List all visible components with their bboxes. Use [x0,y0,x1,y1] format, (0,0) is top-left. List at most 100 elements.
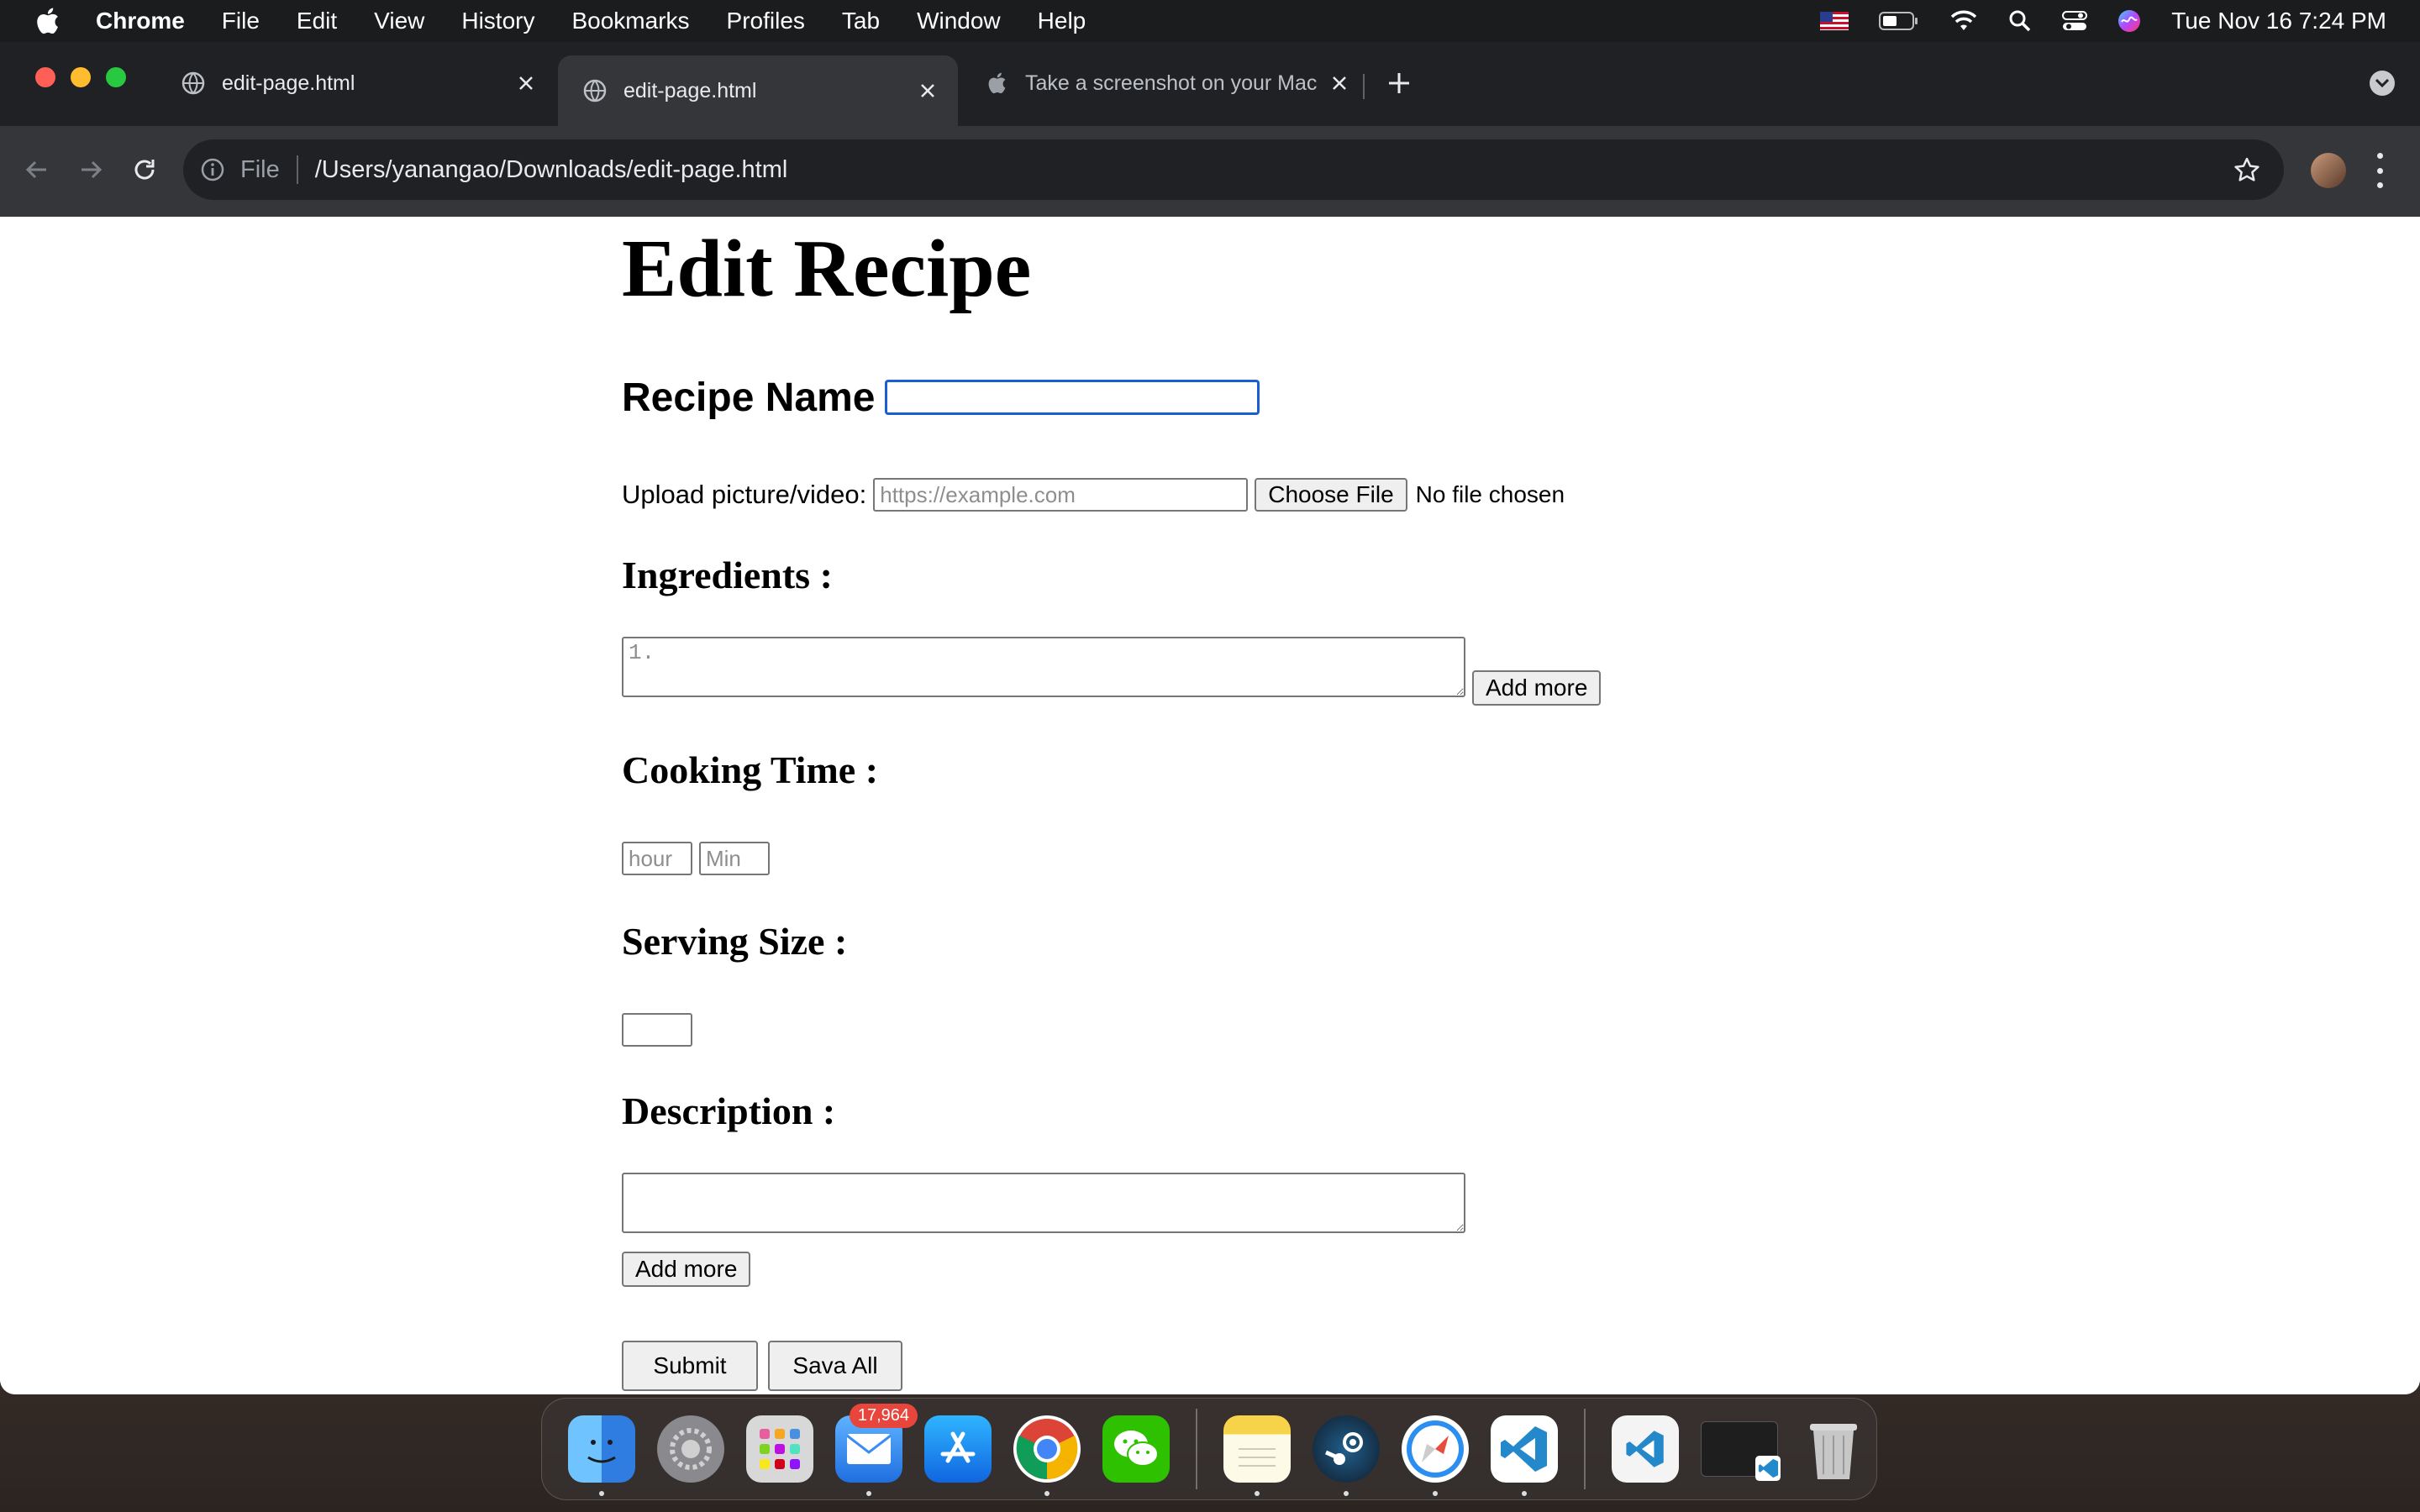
control-center-icon[interactable] [2062,10,2088,32]
dock: 17,964 [541,1398,1877,1500]
running-indicator [1433,1491,1438,1496]
browser-menu-icon[interactable] [2371,153,2388,188]
vscode-icon[interactable] [1491,1415,1558,1496]
close-tab-icon[interactable] [1328,71,1351,95]
battery-icon[interactable] [1879,11,1919,31]
page-title: Edit Recipe [622,223,1032,314]
profile-avatar[interactable] [2311,153,2346,188]
tab-edit-page-2[interactable]: edit-page.html [558,55,958,126]
screen-window-icon[interactable] [1701,1421,1781,1481]
upload-url-input[interactable] [873,478,1249,512]
tab-divider [1363,74,1365,99]
apple-menu-icon[interactable] [32,6,62,36]
running-indicator [1255,1491,1260,1496]
description-row [622,1173,1465,1233]
address-bar[interactable]: File /Users/yanangao/Downloads/edit-page… [183,139,2284,200]
back-arrow-icon[interactable] [18,151,55,188]
tab-title: Take a screenshot on your Mac [1025,71,1318,95]
submit-button[interactable]: Submit [622,1341,758,1391]
menu-bookmarks[interactable]: Bookmarks [571,8,689,34]
siri-icon[interactable] [2118,9,2141,33]
serving-size-heading: Serving Size : [622,920,848,963]
status-area: Tue Nov 16 7:24 PM [1820,0,2420,42]
menu-edit[interactable]: Edit [297,8,337,34]
forward-arrow-icon[interactable] [72,151,109,188]
recipe-name-input[interactable] [885,380,1260,415]
description-textarea[interactable] [622,1173,1465,1233]
cooking-time-row [622,842,770,875]
us-flag-icon[interactable] [1820,12,1849,30]
tab-screenshot-help[interactable]: Take a screenshot on your Mac [960,55,1370,111]
mail-unread-badge: 17,964 [849,1404,918,1428]
window-controls [35,67,126,87]
ingredients-add-more-button[interactable]: Add more [1472,670,1602,706]
cooking-hours-input[interactable] [622,842,692,875]
site-info-icon[interactable] [200,157,225,182]
ingredients-row: Add more [622,637,1602,706]
running-indicator [1522,1491,1527,1496]
tab-title: edit-page.html [222,71,355,95]
menu-view[interactable]: View [374,8,424,34]
ingredients-textarea[interactable] [622,637,1465,697]
app-store-icon[interactable] [924,1415,992,1483]
safari-icon[interactable] [1402,1415,1469,1496]
url-scheme-label: File [240,155,280,183]
tab-search-chevron-icon[interactable] [2370,71,2395,96]
running-indicator [1344,1491,1349,1496]
save-all-button[interactable]: Sava All [768,1341,902,1391]
upload-row: Upload picture/video: Choose File No fil… [622,474,1565,516]
launchpad-icon[interactable] [746,1415,813,1483]
tab-strip: edit-page.html edit-page.html Take a scr… [0,42,2420,126]
upload-label: Upload picture/video: [622,480,867,509]
running-indicator [1044,1491,1050,1496]
description-heading: Description : [622,1089,836,1132]
mail-icon[interactable]: 17,964 [835,1404,918,1496]
menu-app-name[interactable]: Chrome [96,8,185,34]
zoom-window-button[interactable] [106,67,126,87]
close-tab-icon[interactable] [916,79,939,102]
running-indicator [599,1491,604,1496]
reload-icon[interactable] [126,151,163,188]
form-actions: Submit Sava All [622,1341,902,1391]
wifi-icon[interactable] [1949,10,1978,32]
new-tab-button[interactable] [1385,71,1413,99]
menubar-clock[interactable]: Tue Nov 16 7:24 PM [2171,8,2386,34]
vscode-document-icon[interactable] [1612,1415,1679,1483]
browser-toolbar: File /Users/yanangao/Downloads/edit-page… [0,126,2420,218]
tab-edit-page-1[interactable]: edit-page.html [156,55,556,111]
close-window-button[interactable] [35,67,55,87]
description-add-more-row: Add more [622,1252,751,1287]
menu-file[interactable]: File [222,8,260,34]
system-preferences-icon[interactable] [657,1415,724,1483]
no-file-chosen-text: No file chosen [1415,481,1565,507]
dock-divider [1196,1409,1197,1489]
globe-icon [583,79,607,102]
steam-icon[interactable] [1313,1415,1380,1496]
description-add-more-button[interactable]: Add more [622,1252,751,1287]
choose-file-button[interactable]: Choose File [1255,478,1407,512]
serving-size-row [622,1013,692,1047]
minimize-window-button[interactable] [71,67,91,87]
bookmark-star-icon[interactable] [2233,156,2260,190]
running-indicator [866,1491,871,1496]
notes-icon[interactable] [1223,1415,1291,1496]
cooking-minutes-input[interactable] [699,842,770,875]
close-tab-icon[interactable] [514,71,538,95]
menu-window[interactable]: Window [917,8,1001,34]
menu-history[interactable]: History [461,8,534,34]
menu-help[interactable]: Help [1038,8,1086,34]
spotlight-search-icon[interactable] [2008,9,2032,33]
serving-size-input[interactable] [622,1013,692,1047]
menu-profiles[interactable]: Profiles [727,8,805,34]
browser-window: edit-page.html edit-page.html Take a scr… [0,42,2420,1394]
url-text[interactable]: /Users/yanangao/Downloads/edit-page.html [315,156,788,184]
ingredients-heading: Ingredients : [622,554,833,596]
menu-tab[interactable]: Tab [842,8,880,34]
trash-icon[interactable] [1800,1415,1867,1483]
chrome-icon[interactable] [1013,1415,1081,1496]
globe-icon [182,71,205,95]
wechat-icon[interactable] [1102,1415,1170,1483]
finder-icon[interactable] [568,1415,635,1496]
page-viewport: Edit Recipe Recipe Name Upload picture/v… [0,217,2420,1394]
recipe-name-row: Recipe Name [622,368,1260,427]
